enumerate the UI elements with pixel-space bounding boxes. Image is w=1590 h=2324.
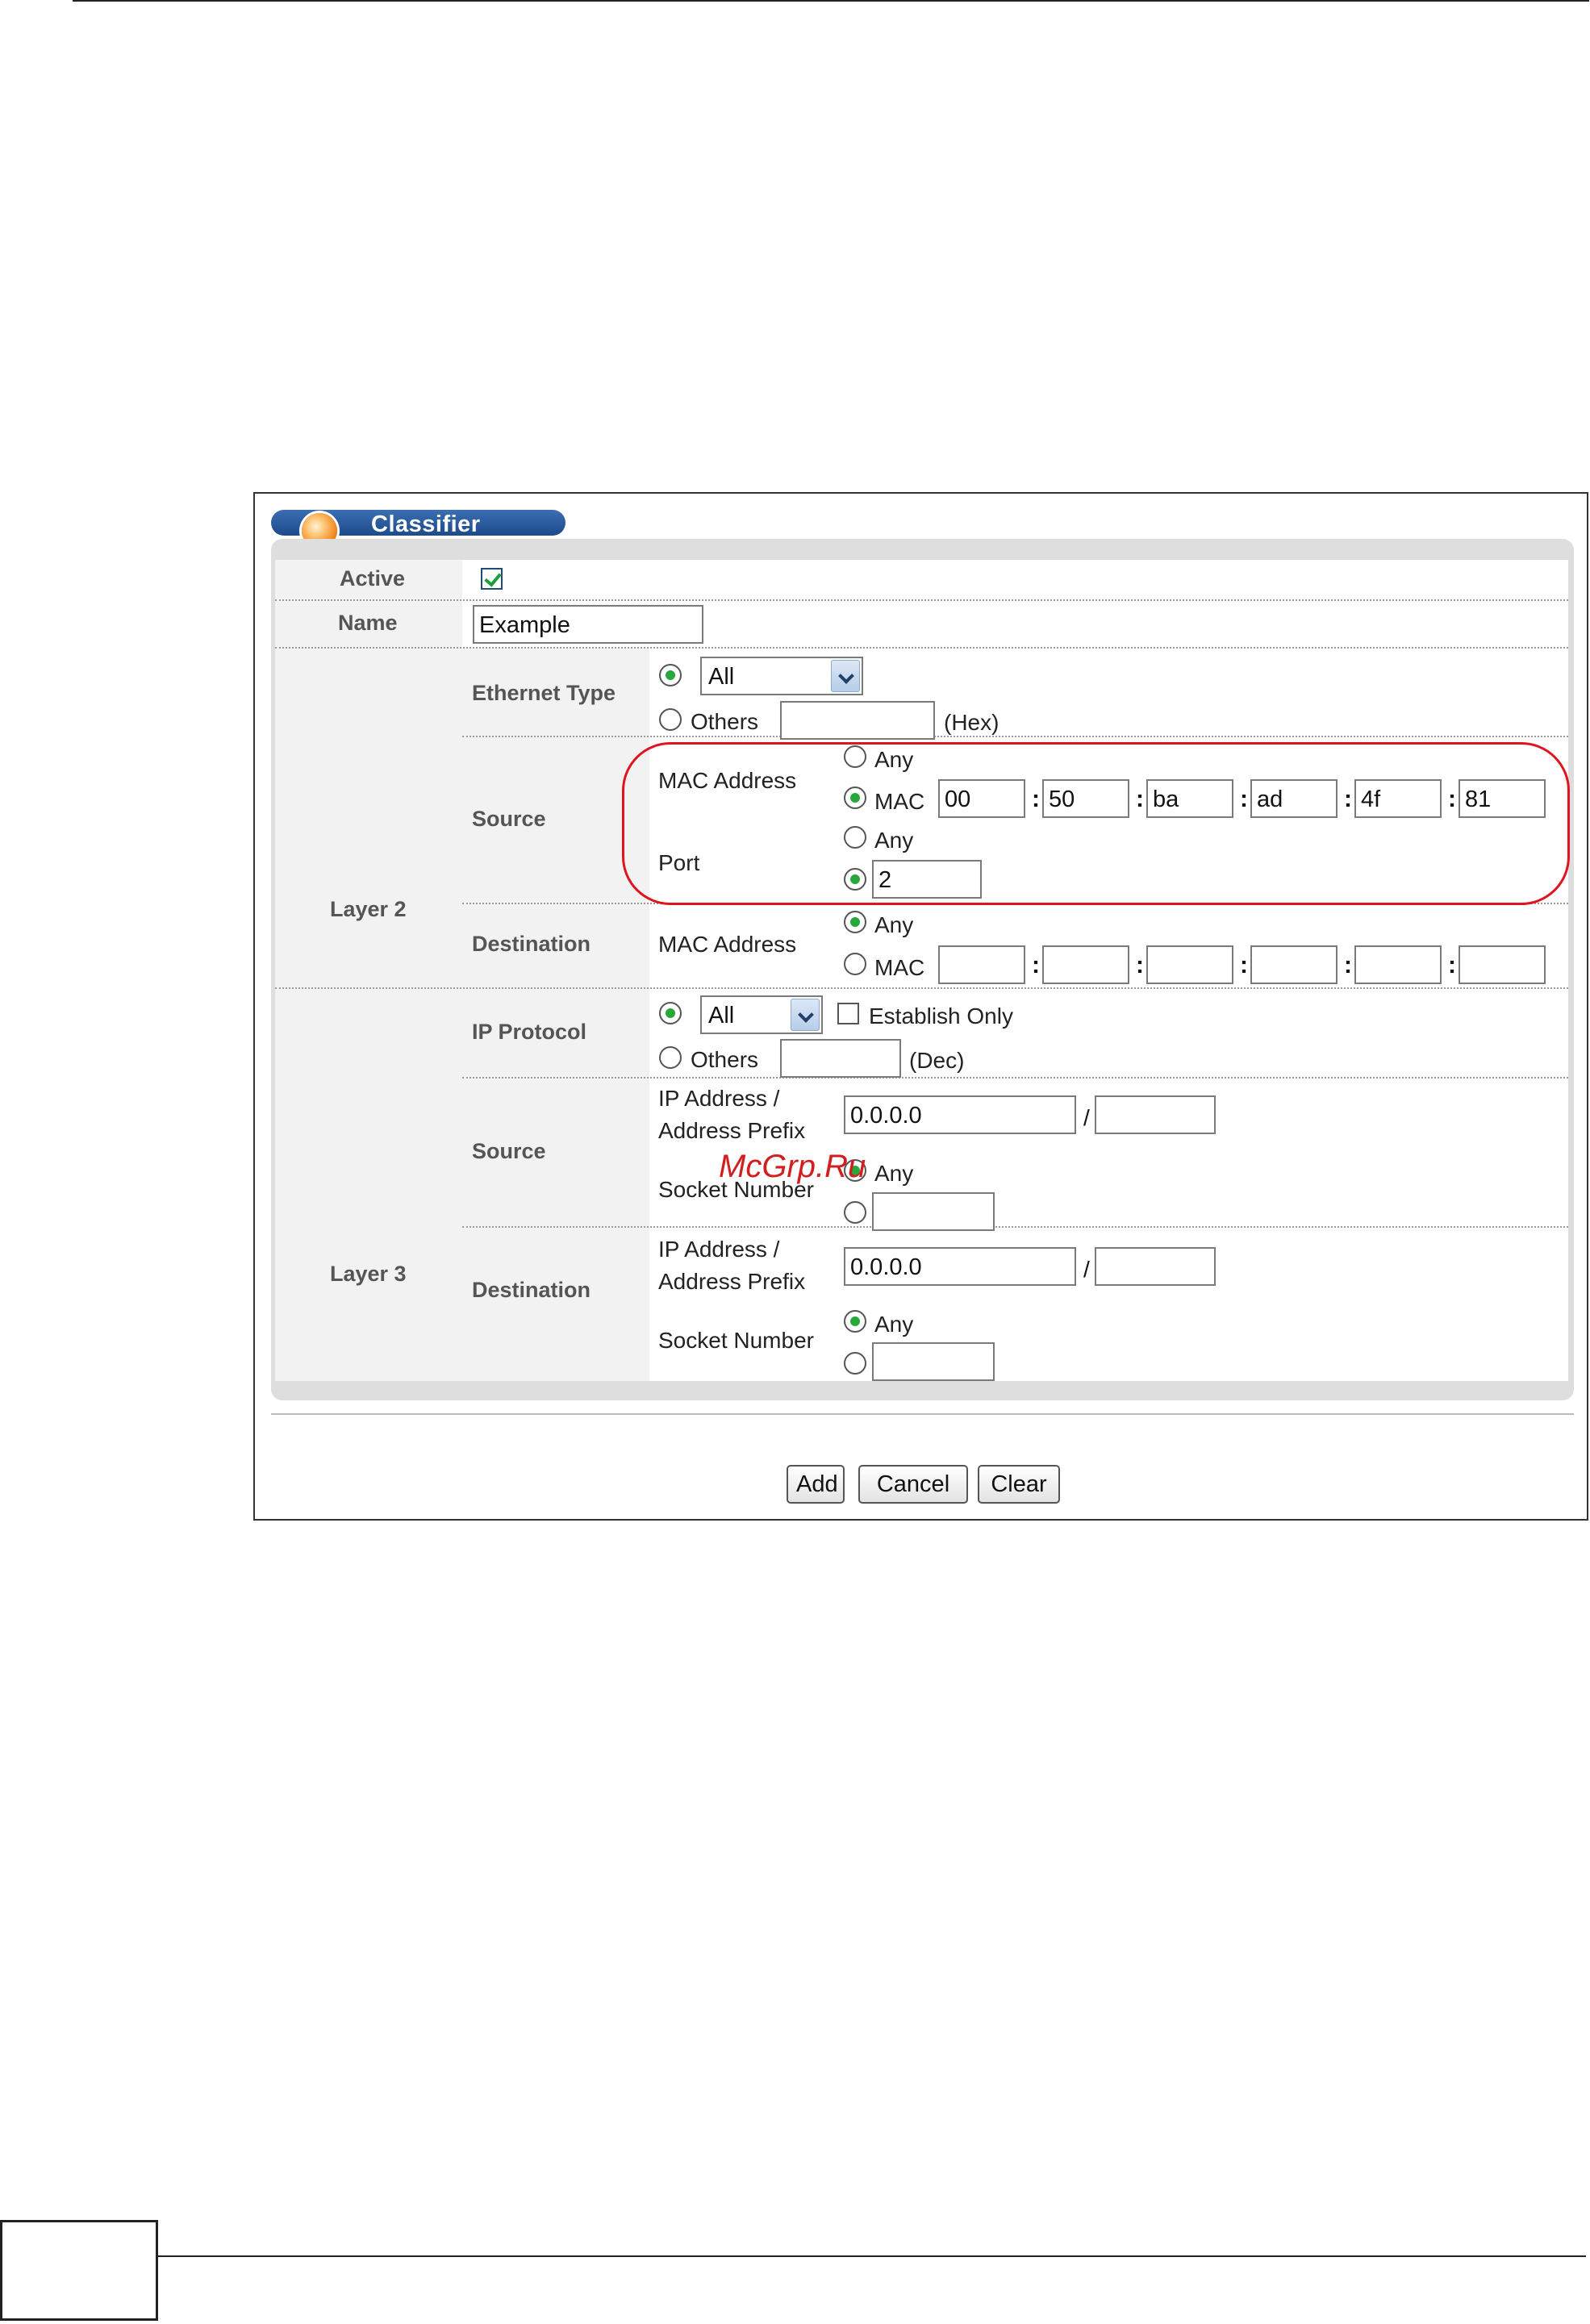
name-label: Name (338, 611, 398, 635)
l3-source-prefix-input[interactable] (1095, 1095, 1216, 1134)
l2-source-label: Source (472, 807, 546, 831)
layer3-label: Layer 3 (330, 1262, 407, 1286)
l2-destination-mac-label: MAC Address (658, 932, 797, 957)
l2-destination-mac-option-label: MAC (874, 955, 925, 980)
clear-button[interactable]: Clear (978, 1465, 1060, 1504)
sub-label-column (462, 649, 649, 1381)
l3-destination-ip-input[interactable]: 0.0.0.0 (844, 1247, 1076, 1286)
l3-destination-socket-any-radio[interactable] (844, 1310, 866, 1333)
l2-source-mac-octet-4[interactable]: ad (1250, 779, 1338, 818)
ip-protocol-all-radio[interactable] (659, 1002, 682, 1024)
l2-source-mac-option-label: MAC (874, 789, 925, 814)
l2-source-mac-octet-2[interactable]: 50 (1042, 779, 1129, 818)
l2-destination-mac-octet-5[interactable] (1354, 945, 1442, 984)
l2-source-mac-octet-3[interactable]: ba (1146, 779, 1233, 818)
classifier-screenshot: Classifier Active Name Example Layer 2 E… (253, 492, 1588, 1521)
ethernet-type-others-input[interactable] (780, 701, 935, 740)
ethernet-type-all-radio[interactable] (659, 664, 682, 686)
l2-source-port-input[interactable]: 2 (872, 860, 982, 899)
layer2-label: Layer 2 (330, 897, 407, 921)
l3-source-socket-any-label: Any (874, 1161, 914, 1186)
l2-destination-mac-octet-2[interactable] (1042, 945, 1129, 984)
ip-protocol-selected: All (708, 1003, 735, 1028)
l2-destination-mac-any-label: Any (874, 912, 914, 937)
establish-only-checkbox[interactable] (837, 1003, 859, 1024)
l2-destination-mac-octet-1[interactable] (938, 945, 1025, 984)
l2-source-mac-label: MAC Address (658, 768, 797, 793)
ethernet-type-unit: (Hex) (944, 710, 999, 735)
l3-destination-prefix-input[interactable] (1095, 1247, 1216, 1286)
l3-destination-prefix-label: Address Prefix (658, 1269, 806, 1294)
chevron-down-icon[interactable] (831, 660, 860, 692)
ethernet-type-others-label: Others (691, 709, 759, 734)
l2-source-mac-octet-6[interactable]: 81 (1459, 779, 1546, 818)
l3-source-socket-radio[interactable] (844, 1201, 866, 1224)
chevron-down-icon[interactable] (791, 999, 820, 1031)
ethernet-type-select[interactable]: All (700, 657, 863, 695)
active-checkbox[interactable] (481, 568, 503, 590)
l2-destination-mac-octet-4[interactable] (1250, 945, 1338, 984)
l3-destination-label: Destination (472, 1278, 591, 1302)
active-label: Active (340, 566, 406, 590)
name-input[interactable]: Example (473, 605, 703, 644)
l3-source-ip-label: IP Address / (658, 1086, 780, 1111)
l2-source-mac-octet-1[interactable]: 00 (938, 779, 1025, 818)
l2-destination-mac-radio[interactable] (844, 953, 866, 975)
l2-source-mac-octet-5[interactable]: 4f (1354, 779, 1442, 818)
page-bottom-rule (158, 2255, 1586, 2257)
l2-source-mac-any-radio[interactable] (844, 745, 866, 768)
l3-source-prefix-label: Address Prefix (658, 1118, 806, 1143)
l2-destination-label: Destination (472, 932, 591, 956)
ethernet-type-label: Ethernet Type (472, 681, 616, 705)
l3-destination-socket-any-label: Any (874, 1312, 914, 1337)
ethernet-type-selected: All (708, 664, 735, 690)
establish-only-label: Establish Only (869, 1003, 1013, 1028)
l2-source-port-label: Port (658, 850, 700, 875)
l3-source-label: Source (472, 1139, 546, 1163)
watermark-text: McGrp.Ru (719, 1149, 866, 1184)
l2-source-mac-any-label: Any (874, 747, 914, 772)
page-title: Classifier (371, 511, 481, 537)
ip-protocol-others-radio[interactable] (659, 1046, 682, 1069)
classifier-panel: Active Name Example Layer 2 Ethernet Typ… (271, 539, 1574, 1400)
l2-destination-mac-any-radio[interactable] (844, 911, 866, 933)
l3-destination-socket-radio[interactable] (844, 1352, 866, 1375)
label-column (275, 560, 462, 1381)
ethernet-type-others-radio[interactable] (659, 708, 682, 731)
l3-source-ip-input[interactable]: 0.0.0.0 (844, 1095, 1076, 1134)
cancel-button[interactable]: Cancel (858, 1465, 968, 1504)
classifier-form: Active Name Example Layer 2 Ethernet Typ… (275, 560, 1568, 1381)
l3-destination-ip-label: IP Address / (658, 1237, 780, 1262)
ip-protocol-others-input[interactable] (780, 1039, 901, 1078)
l2-source-port-radio[interactable] (844, 868, 866, 891)
l3-source-socket-input[interactable] (872, 1192, 995, 1231)
ip-protocol-others-label: Others (691, 1047, 759, 1072)
l2-source-port-any-radio[interactable] (844, 826, 866, 849)
title-bar: Classifier (271, 510, 565, 549)
l2-destination-mac-octet-3[interactable] (1146, 945, 1233, 984)
l3-destination-socket-input[interactable] (872, 1342, 995, 1381)
l3-destination-socket-label: Socket Number (658, 1328, 814, 1353)
ip-protocol-unit: (Dec) (909, 1048, 965, 1073)
page-number-box (0, 2220, 158, 2321)
button-separator (271, 1413, 1574, 1415)
ip-protocol-label: IP Protocol (472, 1020, 587, 1044)
page-top-rule (73, 0, 1589, 2)
l2-source-port-any-label: Any (874, 828, 914, 853)
l2-destination-mac-octet-6[interactable] (1459, 945, 1546, 984)
ip-protocol-select[interactable]: All (700, 995, 823, 1034)
l2-source-mac-radio[interactable] (844, 786, 866, 809)
add-button[interactable]: Add (787, 1465, 845, 1504)
